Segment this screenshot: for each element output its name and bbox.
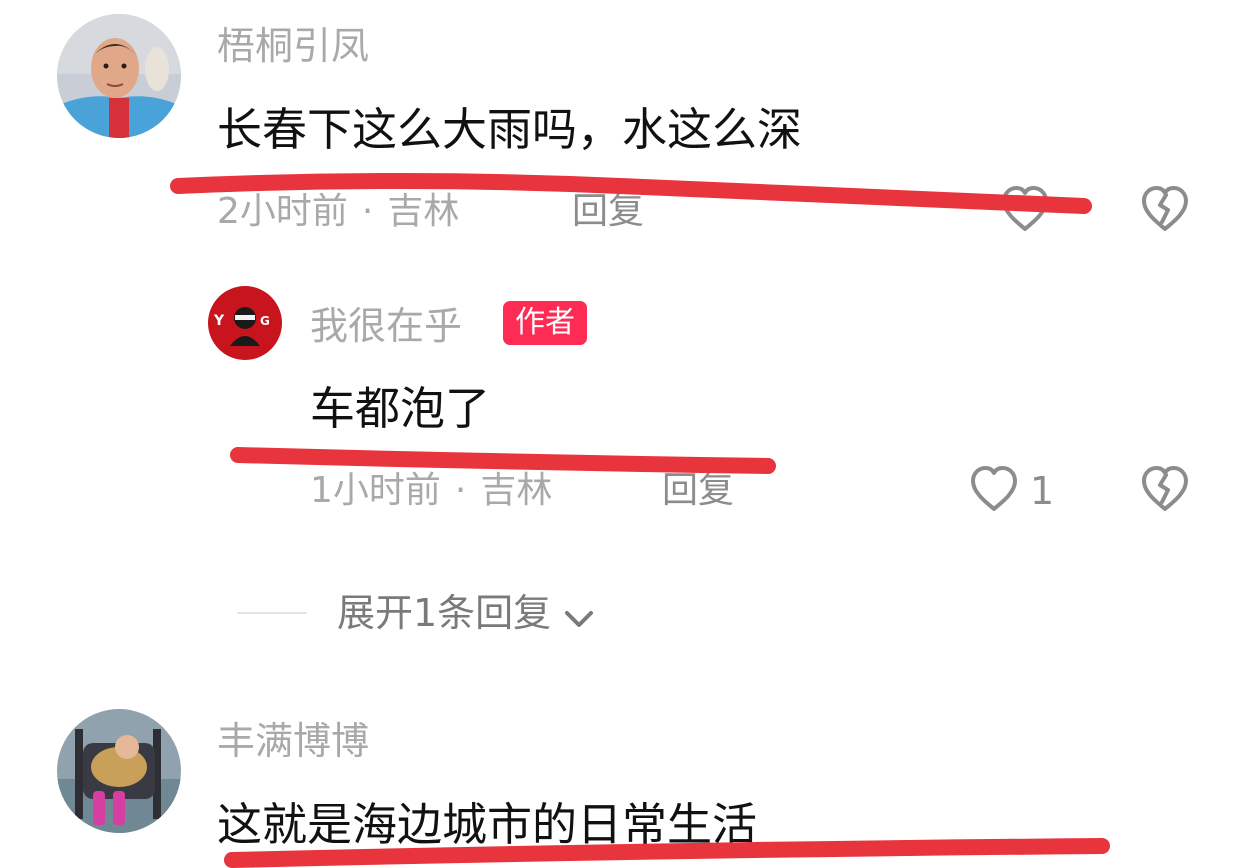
avatar[interactable] — [57, 709, 181, 833]
comment-meta: 2小时前 · 吉林 — [217, 194, 459, 230]
comment-time: 1小时前 — [310, 470, 441, 511]
svg-text:Y: Y — [213, 313, 225, 329]
expand-divider — [237, 612, 307, 614]
broken-heart-icon — [1142, 466, 1188, 511]
comment-time: 2小时前 — [217, 191, 348, 232]
chevron-down-icon — [565, 610, 594, 627]
author-badge: 作者 — [503, 301, 587, 345]
comment-text: 车都泡了 — [310, 382, 491, 435]
author-avatar[interactable]: Y G — [208, 286, 282, 360]
underline-stroke-2 — [230, 447, 776, 474]
comment-location: 吉林 — [387, 191, 460, 232]
reply-button[interactable]: 回复 — [662, 473, 734, 509]
svg-text:G: G — [260, 314, 270, 328]
username[interactable]: 我很在乎 — [310, 307, 462, 345]
reply-button[interactable]: 回复 — [572, 194, 644, 230]
avatar-photo — [57, 14, 181, 138]
like-button[interactable] — [999, 184, 1051, 234]
separator-dot: · — [454, 470, 467, 511]
broken-heart-icon — [1142, 186, 1188, 231]
heart-outline-icon — [971, 466, 1017, 511]
separator-dot: · — [361, 191, 374, 232]
username[interactable]: 梧桐引凤 — [217, 27, 369, 65]
like-button[interactable] — [968, 464, 1020, 514]
dislike-button[interactable] — [1139, 464, 1191, 514]
like-count: 1 — [1030, 469, 1055, 513]
expand-replies-label: 展开1条回复 — [337, 591, 552, 635]
comment-location: 吉林 — [480, 470, 553, 511]
comment-list: 梧桐引凤 长春下这么大雨吗，水这么深 2小时前 · 吉林 回复 Y G 我很在乎 作… — [0, 0, 1258, 868]
comment-text: 长春下这么大雨吗，水这么深 — [217, 103, 803, 156]
username[interactable]: 丰满博博 — [217, 722, 369, 760]
comment-text: 这就是海边城市的日常生活 — [217, 798, 758, 851]
expand-replies-button[interactable]: 展开1条回复 — [337, 594, 596, 638]
avatar-photo — [57, 709, 181, 833]
avatar[interactable] — [57, 14, 181, 138]
heart-outline-icon — [1002, 186, 1048, 231]
avatar-logo: Y G — [208, 286, 282, 360]
comment-meta: 1小时前 · 吉林 — [310, 473, 552, 509]
dislike-button[interactable] — [1139, 184, 1191, 234]
